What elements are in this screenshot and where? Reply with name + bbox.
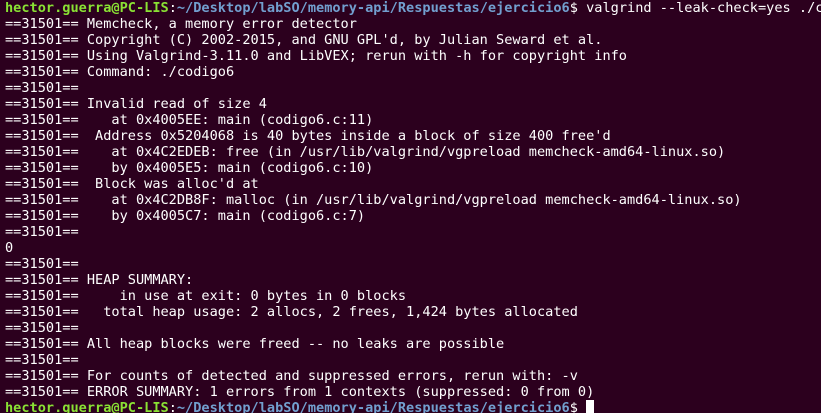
- output-line: ==31501==: [5, 80, 79, 96]
- prompt-user-host: hector.guerra@PC-LIS: [5, 0, 169, 16]
- output-line: ==31501== Using Valgrind-3.11.0 and LibV…: [5, 48, 627, 64]
- output-line: ==31501== Address 0x5204068 is 40 bytes …: [5, 128, 611, 144]
- active-prompt-line[interactable]: hector.guerra@PC-LIS:~/Desktop/labSO/mem…: [5, 400, 821, 413]
- output-line: ==31501== Memcheck, a memory error detec…: [5, 16, 357, 32]
- output-line: ==31501== Invalid read of size 4: [5, 96, 267, 112]
- output-line: ==31501==: [5, 320, 79, 336]
- prompt-user-host: hector.guerra@PC-LIS: [5, 400, 169, 413]
- terminal-window[interactable]: hector.guerra@PC-LIS:~/Desktop/labSO/mem…: [0, 0, 821, 413]
- prompt-symbol: $: [569, 0, 587, 16]
- output-line: ==31501== at 0x4005EE: main (codigo6.c:1…: [5, 112, 374, 128]
- prompt-path: ~/Desktop/labSO/memory-api/Respuestas/ej…: [176, 400, 570, 413]
- output-line: ==31501== Block was alloc'd at: [5, 176, 259, 192]
- text-cursor[interactable]: [586, 400, 595, 413]
- output-line: ==31501== ERROR SUMMARY: 1 errors from 1…: [5, 384, 595, 400]
- output-line: ==31501== All heap blocks were freed -- …: [5, 336, 505, 352]
- output-line: ==31501== total heap usage: 2 allocs, 2 …: [5, 304, 578, 320]
- output-line: ==31501== at 0x4C2EDEB: free (in /usr/li…: [5, 144, 726, 160]
- output-line: ==31501== by 0x4005E5: main (codigo6.c:1…: [5, 160, 374, 176]
- output-line: ==31501==: [5, 256, 79, 272]
- prompt-symbol: $: [569, 400, 587, 413]
- output-line: ==31501== in use at exit: 0 bytes in 0 b…: [5, 288, 407, 304]
- output-line: ==31501==: [5, 352, 79, 368]
- output-line: ==31501== Copyright (C) 2002-2015, and G…: [5, 32, 603, 48]
- output-line: ==31501== HEAP SUMMARY:: [5, 272, 194, 288]
- prompt-separator: :: [168, 400, 177, 413]
- prompt-separator: :: [168, 0, 177, 16]
- prompt-path: ~/Desktop/labSO/memory-api/Respuestas/ej…: [176, 0, 570, 16]
- entered-command: valgrind --leak-check=yes ./codigo6: [586, 0, 821, 16]
- command-output: ==31501== Memcheck, a memory error detec…: [5, 16, 821, 400]
- output-line: ==31501== Command: ./codigo6: [5, 64, 235, 80]
- output-line: ==31501== by 0x4005C7: main (codigo6.c:7…: [5, 208, 366, 224]
- output-line: ==31501==: [5, 224, 79, 240]
- output-line: 0: [5, 240, 14, 256]
- command-prompt-line: hector.guerra@PC-LIS:~/Desktop/labSO/mem…: [5, 0, 821, 16]
- output-line: ==31501== For counts of detected and sup…: [5, 368, 578, 384]
- output-line: ==31501== at 0x4C2DB8F: malloc (in /usr/…: [5, 192, 742, 208]
